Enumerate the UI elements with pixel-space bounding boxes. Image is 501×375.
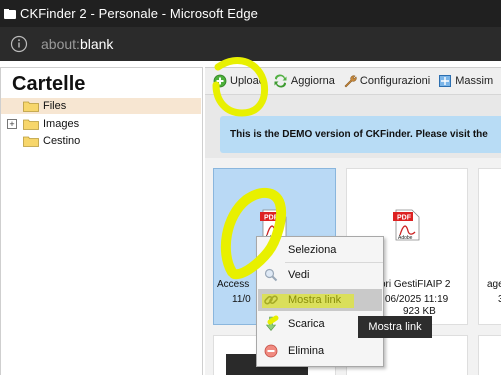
file-date: 06/2025 11:19: [385, 294, 449, 305]
address-text[interactable]: about:blank: [41, 36, 113, 52]
folder-icon: [23, 119, 39, 130]
folder-item-images[interactable]: + Images: [1, 116, 79, 132]
maximize-label: Massim: [455, 75, 494, 87]
magnifier-icon: [262, 266, 280, 284]
pdf-badge-text: PDF: [264, 215, 279, 222]
folder-icon: [23, 101, 39, 112]
folders-title: Cartelle: [12, 73, 86, 95]
pdf-file-icon: PDF Adobe: [393, 209, 420, 241]
menu-item-label: Mostra link: [288, 294, 342, 306]
menu-item-mostra-link[interactable]: Mostra link: [258, 289, 382, 311]
adobe-text: Adobe: [398, 235, 413, 241]
folders-panel: Cartelle Files + Images Cestino: [0, 67, 203, 375]
menu-item-label: Seleziona: [288, 244, 337, 256]
folder-icon: [23, 136, 39, 147]
toolbar: Upload Aggiorna Configurazioni Massim: [205, 68, 501, 95]
settings-button[interactable]: Configurazioni: [343, 74, 430, 88]
window-title: CKFinder 2 - Personale - Microsoft Edge: [20, 6, 258, 21]
refresh-button[interactable]: Aggiorna: [273, 74, 335, 88]
file-name: age: [487, 279, 501, 290]
demo-notice: This is the DEMO version of CKFinder. Pl…: [220, 116, 501, 153]
address-value: blank: [79, 36, 114, 52]
file-name: sori GestiFIAIP 2: [375, 279, 451, 290]
info-icon[interactable]: [10, 35, 28, 53]
folder-item-files[interactable]: Files: [1, 98, 201, 114]
menu-item-label: Scarica: [288, 318, 325, 330]
wrench-icon: [344, 75, 357, 88]
maximize-icon: [439, 75, 452, 87]
menu-item-label: Vedi: [288, 269, 310, 281]
menu-item-seleziona[interactable]: Seleziona: [258, 239, 382, 261]
upload-button[interactable]: Upload: [213, 74, 265, 88]
pdf-badge-text: PDF: [397, 215, 412, 222]
folder-label: Images: [43, 118, 80, 130]
context-menu: Seleziona Vedi Mostra link Scarica Elimi…: [256, 236, 384, 367]
maximize-button[interactable]: Massim: [438, 74, 493, 88]
address-prefix: about:: [41, 36, 80, 52]
folder-item-cestino[interactable]: Cestino: [1, 133, 80, 149]
folder-label: Cestino: [43, 135, 81, 147]
upload-label: Upload: [230, 75, 265, 87]
download-arrow-icon: [262, 315, 280, 333]
refresh-label: Aggiorna: [290, 75, 335, 87]
address-bar[interactable]: about:blank: [0, 27, 501, 61]
ckfinder-app-icon: [4, 8, 16, 19]
delete-icon: [262, 342, 280, 360]
link-icon: [262, 291, 280, 309]
folder-label: Files: [43, 100, 67, 112]
settings-label: Configurazioni: [359, 75, 431, 87]
file-tile[interactable]: age 3: [478, 168, 501, 325]
menu-separator: [285, 262, 383, 263]
refresh-icon: [274, 74, 287, 88]
upload-icon: [213, 74, 227, 88]
menu-item-elimina[interactable]: Elimina: [258, 340, 382, 362]
tooltip: Mostra link: [358, 316, 432, 338]
menu-item-label: Elimina: [288, 345, 325, 357]
file-tile[interactable]: [478, 335, 501, 375]
expand-plus-icon[interactable]: +: [7, 119, 17, 129]
menu-item-vedi[interactable]: Vedi: [258, 264, 382, 286]
window-titlebar: CKFinder 2 - Personale - Microsoft Edge: [0, 0, 501, 27]
